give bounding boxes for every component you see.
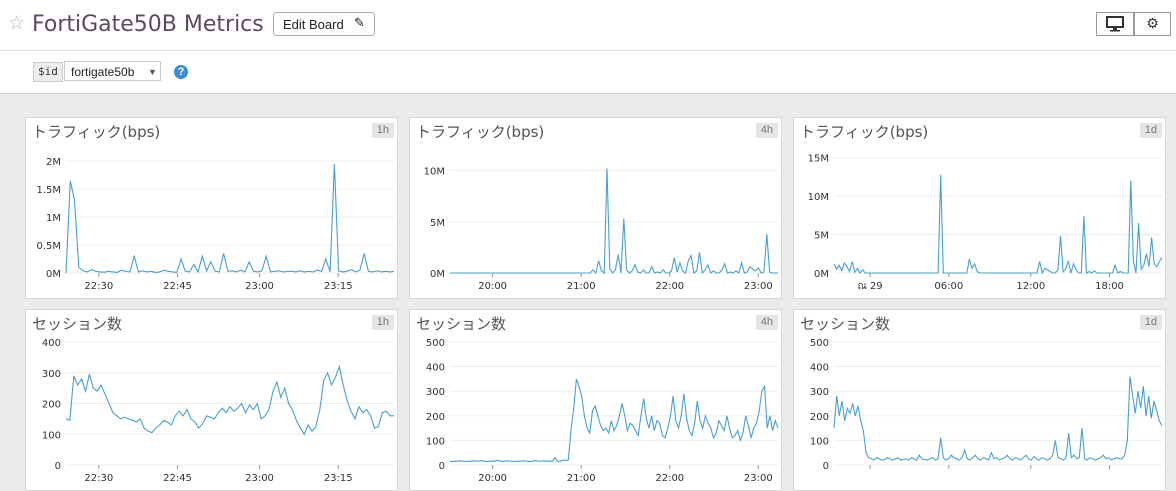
x-tick-label: 20:00: [478, 473, 507, 484]
panel-traffic-4h: トラフィック(bps) 4h 0M 5M 10M 20:00 21:00 22:00 23:…: [409, 117, 782, 299]
variable-id-select[interactable]: fortigate50b ▼: [64, 61, 161, 81]
y-tick-label: 200: [42, 400, 61, 411]
variable-name-label: $id: [33, 62, 63, 82]
x-tick-label: 23:00: [744, 281, 773, 292]
top-navbar: ☆ FortiGate50B Metrics Edit Board ✎ ⚙: [0, 0, 1176, 51]
x-tick-label: 22:00: [655, 473, 684, 484]
x-tick-label: 22:45: [163, 473, 192, 484]
x-tick-label: 22:30: [84, 281, 113, 292]
y-tick-label: 0.5M: [36, 241, 61, 252]
y-tick-label: 2M: [46, 157, 61, 168]
y-tick-label: 0M: [46, 269, 61, 280]
monitor-icon: [1106, 16, 1124, 32]
edit-board-label: Edit Board: [283, 17, 344, 32]
y-tick-label: 100: [810, 436, 829, 447]
y-tick-label: 1.5M: [36, 185, 61, 196]
y-tick-label: 10M: [808, 192, 829, 203]
x-tick-label: 23:00: [744, 473, 773, 484]
x-tick-label: 23:00: [245, 473, 274, 484]
y-tick-label: 5M: [814, 231, 829, 242]
panel-sessions-4h: セッション数 4h 0 100 200 300 400 500 20:00 21:00 22:0…: [409, 309, 782, 491]
panel-sessions-1h: セッション数 1h 0 100 200 300 400 22:30 22:45 23:00 23…: [25, 309, 398, 491]
chart-sessions-4h[interactable]: 0 100 200 300 400 500 20:00 21:00 22:00 23:00: [410, 310, 782, 491]
y-tick-label: 5M: [430, 218, 445, 229]
y-tick-label: 10M: [424, 167, 445, 178]
settings-button[interactable]: ⚙: [1134, 12, 1171, 36]
x-tick-label: ณ 29: [857, 281, 882, 292]
x-tick-label: 21:00: [567, 281, 596, 292]
series-line: [833, 376, 1163, 461]
y-tick-label: 400: [42, 338, 61, 349]
x-tick-label: 12:00: [1016, 281, 1045, 292]
y-tick-label: 500: [426, 338, 445, 349]
y-tick-label: 100: [42, 430, 61, 441]
chart-traffic-1d[interactable]: 0M 5M 10M 15M ณ 29 06:00 12:00 18:00: [794, 118, 1166, 299]
x-tick-label: 22:00: [655, 281, 684, 292]
x-tick-label: 18:00: [1095, 281, 1124, 292]
variable-selected-value: fortigate50b: [71, 65, 135, 79]
series-line: [65, 364, 394, 436]
star-outline-icon[interactable]: ☆: [8, 12, 25, 34]
x-tick-label: 22:45: [163, 281, 192, 292]
series-line: [65, 163, 395, 274]
y-tick-label: 300: [42, 369, 61, 380]
y-tick-label: 0: [55, 461, 61, 472]
x-tick-label: 21:00: [567, 473, 596, 484]
y-tick-label: 400: [426, 363, 445, 374]
panel-sessions-1d: セッション数 1d 0 100 200 300 400 500: [793, 309, 1166, 491]
edit-board-button[interactable]: Edit Board ✎: [273, 12, 375, 36]
panel-traffic-1d: トラフィック(bps) 1d 0M 5M 10M 15M ณ 29 06:00 12:00 1…: [793, 117, 1166, 299]
x-tick-label: 23:15: [324, 281, 353, 292]
series-line: [450, 168, 778, 275]
chart-sessions-1d[interactable]: 0 100 200 300 400 500: [794, 310, 1166, 491]
help-icon[interactable]: ?: [174, 65, 188, 79]
panel-traffic-1h: トラフィック(bps) 1h 0M 0.5M 1M 1.5M 2M 22:30 22:45 2…: [25, 117, 398, 299]
chart-traffic-1h[interactable]: 0M 0.5M 1M 1.5M 2M 22:30 22:45 23:00 23:15: [26, 118, 398, 299]
dashboard-title: FortiGate50B Metrics: [32, 12, 264, 37]
y-tick-label: 300: [426, 387, 445, 398]
x-tick-label: 23:15: [324, 473, 353, 484]
view-mode-button[interactable]: [1096, 12, 1134, 36]
x-tick-label: 06:00: [934, 281, 963, 292]
chart-sessions-1h[interactable]: 0 100 200 300 400 22:30 22:45 23:00 23:15: [26, 310, 398, 491]
y-tick-label: 300: [810, 387, 829, 398]
y-tick-label: 1M: [46, 213, 61, 224]
variables-bar: $id fortigate50b ▼ ?: [0, 51, 1176, 94]
gear-icon: ⚙: [1146, 16, 1159, 32]
x-tick-label: 23:00: [245, 281, 274, 292]
series-line: [833, 174, 1163, 275]
chart-traffic-4h[interactable]: 0M 5M 10M 20:00 21:00 22:00 23:00: [410, 118, 782, 299]
y-tick-label: 0M: [814, 269, 829, 280]
y-tick-label: 100: [426, 436, 445, 447]
y-tick-label: 0M: [430, 269, 445, 280]
x-tick-label: 20:00: [478, 281, 507, 292]
y-tick-label: 0: [823, 461, 829, 472]
dropdown-arrow-icon: ▼: [148, 67, 157, 77]
pencil-icon: ✎: [354, 16, 365, 31]
y-tick-label: 400: [810, 363, 829, 374]
y-tick-label: 200: [810, 412, 829, 423]
y-tick-label: 200: [426, 412, 445, 423]
x-tick-label: 22:30: [84, 473, 113, 484]
y-tick-label: 500: [810, 338, 829, 349]
y-tick-label: 15M: [808, 154, 829, 165]
y-tick-label: 0: [439, 461, 445, 472]
